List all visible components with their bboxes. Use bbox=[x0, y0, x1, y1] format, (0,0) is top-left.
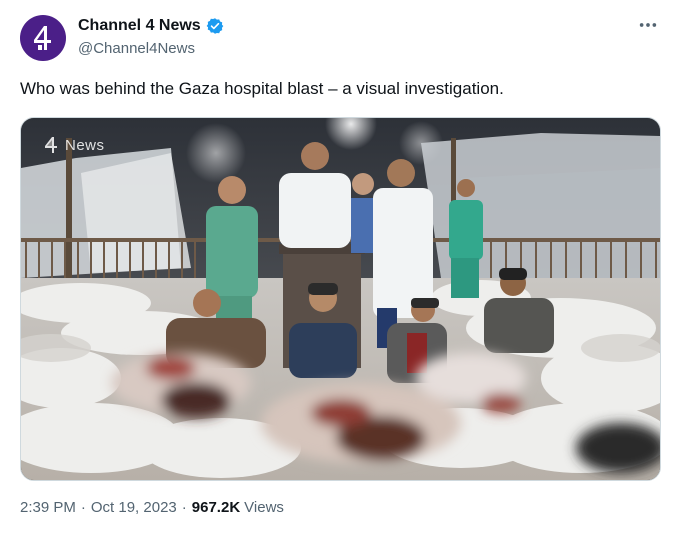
watermark-text: News bbox=[65, 136, 105, 154]
channel-4-logo-icon bbox=[45, 137, 57, 153]
tweet-metadata: 2:39 PM · Oct 19, 2023 · 967.2K Views bbox=[20, 497, 284, 519]
name-row: Channel 4 News bbox=[78, 16, 224, 36]
display-name[interactable]: Channel 4 News bbox=[78, 16, 201, 36]
tweet-card: Channel 4 News @Channel4News Who was beh… bbox=[0, 0, 679, 537]
views-label[interactable]: Views bbox=[244, 497, 284, 519]
more-options-button[interactable] bbox=[637, 14, 659, 36]
media-image bbox=[21, 118, 660, 480]
tweet-media-video[interactable]: News bbox=[20, 117, 661, 481]
separator: · bbox=[80, 499, 86, 516]
tweet-time[interactable]: 2:39 PM bbox=[20, 497, 76, 519]
channel-4-logo-icon bbox=[34, 26, 51, 50]
tweet-text: Who was behind the Gaza hospital blast –… bbox=[20, 79, 504, 98]
media-watermark: News bbox=[43, 136, 105, 154]
views-count[interactable]: 967.2K bbox=[192, 497, 240, 519]
avatar[interactable] bbox=[20, 15, 66, 61]
user-handle[interactable]: @Channel4News bbox=[78, 39, 224, 59]
tweet-date[interactable]: Oct 19, 2023 bbox=[91, 497, 177, 519]
separator: · bbox=[181, 499, 187, 516]
author-block: Channel 4 News @Channel4News bbox=[78, 16, 224, 59]
more-horizontal-icon bbox=[639, 23, 657, 27]
verified-badge-icon[interactable] bbox=[206, 17, 224, 35]
